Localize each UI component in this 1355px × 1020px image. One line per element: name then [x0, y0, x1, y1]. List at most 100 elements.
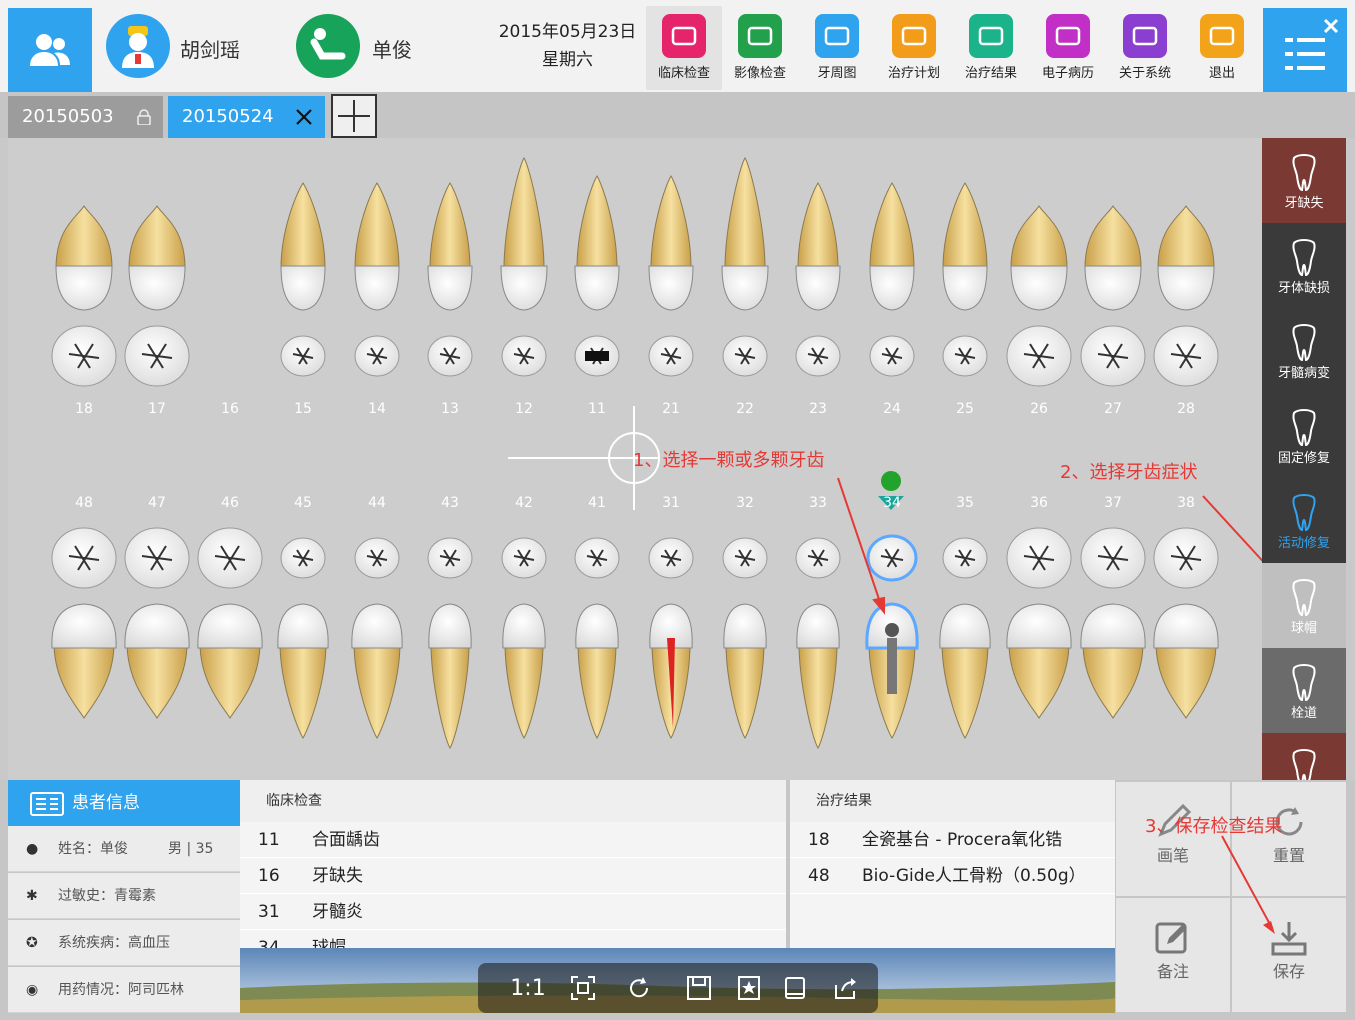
occlusal-21[interactable]: [648, 335, 694, 377]
nav-treatment-plan[interactable]: 治疗计划: [876, 6, 952, 90]
tooth-18[interactable]: [55, 205, 113, 311]
occlusal-13[interactable]: [427, 335, 473, 377]
nav-medical-record[interactable]: 电子病历: [1030, 6, 1106, 90]
symptom-fixed-restoration[interactable]: 固定修复: [1262, 393, 1346, 478]
tooth-31[interactable]: [649, 603, 693, 739]
occlusal-36[interactable]: [1006, 527, 1072, 589]
result-row[interactable]: 48 Bio-Gide人工骨粉（0.50g）: [790, 858, 1115, 894]
tooth-number: 18: [808, 830, 830, 850]
tooth-47[interactable]: [124, 603, 190, 719]
occlusal-22[interactable]: [722, 335, 768, 377]
nav-treatment-result[interactable]: 治疗结果: [953, 6, 1029, 90]
clinical-row[interactable]: 16 牙缺失: [240, 858, 786, 894]
tooth-27[interactable]: [1084, 205, 1142, 311]
tab-20150524[interactable]: 20150524: [168, 96, 325, 138]
tooth-24[interactable]: [869, 182, 915, 311]
occlusal-27[interactable]: [1080, 325, 1146, 387]
tooth-11[interactable]: [574, 175, 620, 311]
tooth-21[interactable]: [648, 175, 694, 311]
occlusal-47[interactable]: [124, 527, 190, 589]
tooth-14[interactable]: [354, 182, 400, 311]
occlusal-14[interactable]: [354, 335, 400, 377]
tab-20150503[interactable]: 20150503: [8, 96, 163, 138]
occlusal-17[interactable]: [124, 325, 190, 387]
tooth-chart: 18 17 16 15 14 13 12 11 21 22 23 24 25 26 27 28 48 47 46 45…: [8, 138, 1262, 780]
tooth-15[interactable]: [280, 182, 326, 311]
window-button[interactable]: [778, 971, 812, 1005]
occlusal-32[interactable]: [722, 537, 768, 579]
occlusal-31[interactable]: [648, 537, 694, 579]
occlusal-15[interactable]: [280, 335, 326, 377]
share-button[interactable]: [828, 971, 862, 1005]
patient-name-row: ● 姓名：单俊 男 | 35: [8, 826, 240, 872]
bookmark-button[interactable]: [732, 971, 766, 1005]
nav-imaging[interactable]: 影像检查: [722, 6, 798, 90]
occlusal-41[interactable]: [574, 537, 620, 579]
tooth-13[interactable]: [427, 182, 473, 311]
occlusal-33[interactable]: [795, 537, 841, 579]
tooth-45[interactable]: [277, 603, 329, 739]
tooth-36[interactable]: [1006, 603, 1072, 719]
tooth-22[interactable]: [721, 157, 769, 311]
occlusal-43[interactable]: [427, 537, 473, 579]
occlusal-37[interactable]: [1080, 527, 1146, 589]
symptom-pulp-lesion[interactable]: 牙髓病变: [1262, 308, 1346, 393]
menu-button[interactable]: [1263, 8, 1347, 92]
clinical-row[interactable]: 31 牙髓炎: [240, 894, 786, 930]
close-icon[interactable]: [295, 108, 313, 126]
tooth-28[interactable]: [1157, 205, 1215, 311]
tooth-43[interactable]: [428, 603, 472, 749]
tooth-12[interactable]: [500, 157, 548, 311]
occlusal-25[interactable]: [942, 335, 988, 377]
occlusal-35[interactable]: [942, 537, 988, 579]
clinical-row[interactable]: 11 合面龋齿: [240, 822, 786, 858]
add-tab-button[interactable]: [331, 94, 377, 138]
nav-power[interactable]: 退出: [1184, 6, 1260, 90]
tooth-33[interactable]: [796, 603, 840, 749]
occlusal-12[interactable]: [501, 335, 547, 377]
nav-periodontal-chart[interactable]: 牙周图: [799, 6, 875, 90]
result-row[interactable]: 18 全瓷基台 - Procera氧化锆: [790, 822, 1115, 858]
occlusal-34[interactable]: [866, 534, 918, 582]
occlusal-38[interactable]: [1153, 527, 1219, 589]
tooth-17[interactable]: [128, 205, 186, 311]
symptom-removable-restoration[interactable]: 活动修复: [1262, 478, 1346, 563]
rotate-button[interactable]: [622, 971, 656, 1005]
tooth-42[interactable]: [502, 603, 546, 739]
symptom-ball-cap[interactable]: 球帽: [1262, 563, 1346, 648]
tooth-44[interactable]: [351, 603, 403, 739]
save-image-button[interactable]: [682, 971, 716, 1005]
zoom-actual-button[interactable]: 1:1: [508, 971, 548, 1005]
tooth-38[interactable]: [1153, 603, 1219, 719]
tooth-26[interactable]: [1010, 205, 1068, 311]
nav-clinical-exam[interactable]: 临床检查: [646, 6, 722, 90]
nav-about[interactable]: 关于系统: [1107, 6, 1183, 90]
occlusal-46[interactable]: [197, 527, 263, 589]
occlusal-26[interactable]: [1006, 325, 1072, 387]
tooth-35[interactable]: [939, 603, 991, 739]
tooth-25[interactable]: [942, 182, 988, 311]
tooth-37[interactable]: [1080, 603, 1146, 719]
tooth-32[interactable]: [723, 603, 767, 739]
occlusal-18[interactable]: [51, 325, 117, 387]
tooth-41[interactable]: [575, 603, 619, 739]
occlusal-28[interactable]: [1153, 325, 1219, 387]
fit-screen-button[interactable]: [566, 971, 600, 1005]
occlusal-48[interactable]: [51, 527, 117, 589]
tooth-34[interactable]: [865, 602, 919, 739]
symptom-bolt-channel[interactable]: 栓道: [1262, 648, 1346, 733]
patient-avatar[interactable]: [296, 14, 360, 78]
tooth-46[interactable]: [197, 603, 263, 719]
tooth-48[interactable]: [51, 603, 117, 719]
occlusal-11[interactable]: [574, 335, 620, 377]
symptom-tooth-defect[interactable]: 牙体缺损: [1262, 223, 1346, 308]
tooth-23[interactable]: [795, 182, 841, 311]
occlusal-42[interactable]: [501, 537, 547, 579]
occlusal-23[interactable]: [795, 335, 841, 377]
users-button[interactable]: [8, 8, 92, 92]
occlusal-24[interactable]: [869, 335, 915, 377]
symptom-tooth-missing[interactable]: 牙缺失: [1262, 138, 1346, 223]
doctor-avatar[interactable]: [106, 14, 170, 78]
occlusal-44[interactable]: [354, 537, 400, 579]
occlusal-45[interactable]: [280, 537, 326, 579]
